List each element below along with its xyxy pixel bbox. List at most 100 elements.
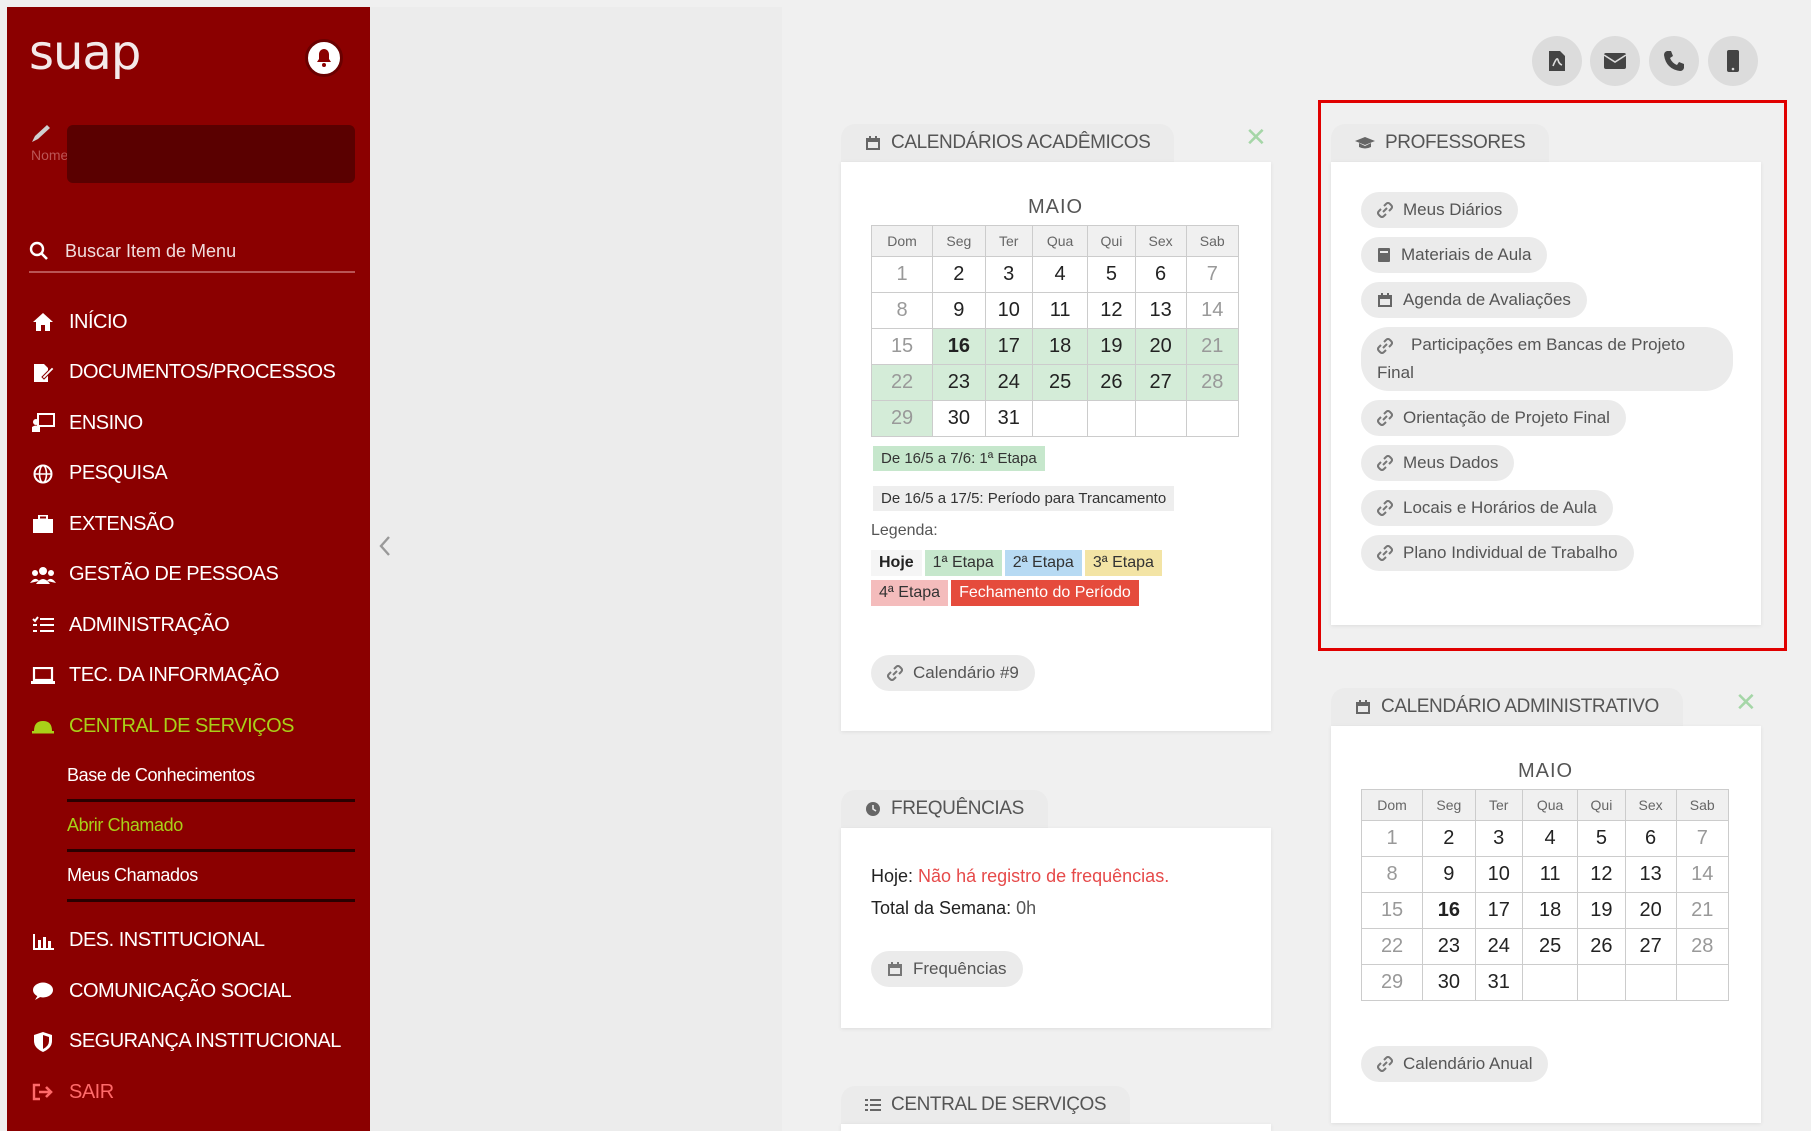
chat-bubble-icon bbox=[33, 982, 53, 1001]
menu-label: COMUNICAÇÃO SOCIAL bbox=[69, 979, 292, 1002]
day-cell: 7 bbox=[1675, 820, 1730, 857]
day-cell: 23 bbox=[1422, 928, 1476, 965]
menu-label: DES. INSTITUCIONAL bbox=[69, 929, 265, 952]
close-cal-admin-button[interactable]: ✕ bbox=[1735, 687, 1757, 718]
menu-label: DOCUMENTOS/PROCESSOS bbox=[69, 361, 336, 384]
academic-calendar-table: Dom Seg Ter Qua Qui Sex Sab 1 2 3 4 5 6 … bbox=[870, 225, 1240, 437]
cal-anual-link-wrap: Calendário Anual bbox=[1361, 1046, 1549, 1091]
day-cell: 12 bbox=[1577, 856, 1626, 893]
link-label: Calendário #9 bbox=[913, 663, 1019, 682]
day-cell: 19 bbox=[1087, 328, 1136, 365]
pdf-button[interactable] bbox=[1532, 36, 1582, 86]
day-cell-empty bbox=[1031, 400, 1089, 437]
day-cell: 29 bbox=[870, 400, 934, 437]
legend-etapa-4: 4ª Etapa bbox=[871, 580, 949, 606]
weekday: Qui bbox=[1577, 789, 1626, 821]
day-cell: 5 bbox=[1087, 256, 1136, 293]
day-cell: 30 bbox=[932, 400, 986, 437]
menu-tec-informacao[interactable]: TEC. DA INFORMAÇÃO bbox=[29, 651, 365, 702]
tab-calendario-administrativo[interactable]: CALENDÁRIO ADMINISTRATIVO bbox=[1331, 688, 1683, 726]
menu-ensino[interactable]: ENSINO bbox=[29, 398, 365, 449]
bell-icon bbox=[317, 49, 331, 67]
day-cell-empty bbox=[1134, 400, 1187, 437]
legend-etapa-3: 3ª Etapa bbox=[1084, 550, 1162, 576]
day-cell-empty bbox=[1521, 964, 1579, 1001]
shield-icon bbox=[34, 1031, 52, 1052]
tab-central-servicos[interactable]: CENTRAL DE SERVIÇOS bbox=[841, 1086, 1131, 1124]
submenu-meus-chamados[interactable]: Meus Chamados bbox=[67, 852, 355, 902]
phone-button[interactable] bbox=[1649, 36, 1699, 86]
collapse-sidebar-button[interactable] bbox=[378, 533, 392, 564]
day-cell: 20 bbox=[1134, 328, 1187, 365]
card-title: CALENDÁRIOS ACADÊMICOS bbox=[891, 132, 1151, 153]
day-cell: 4 bbox=[1031, 256, 1089, 293]
weekday: Ter bbox=[1474, 789, 1523, 821]
menu-pesquisa[interactable]: PESQUISA bbox=[29, 449, 365, 500]
day-cell: 3 bbox=[1474, 820, 1523, 857]
day-cell: 28 bbox=[1185, 364, 1240, 401]
menu-label: GESTÃO DE PESSOAS bbox=[69, 563, 279, 586]
document-edit-icon bbox=[34, 363, 54, 382]
calendario-link-wrap: Calendário #9 bbox=[871, 655, 1035, 700]
suap-logo[interactable]: suap bbox=[29, 25, 141, 81]
day-cell: 6 bbox=[1134, 256, 1187, 293]
mobile-button[interactable] bbox=[1708, 36, 1758, 86]
menu-sair[interactable]: SAIR bbox=[29, 1067, 365, 1118]
phone-icon bbox=[1664, 51, 1684, 71]
weekday: Seg bbox=[932, 225, 986, 257]
menu-inicio[interactable]: INÍCIO bbox=[29, 297, 365, 348]
menu-seguranca-institucional[interactable]: SEGURANÇA INSTITUCIONAL bbox=[29, 1017, 365, 1068]
menu-des-institucional[interactable]: DES. INSTITUCIONAL bbox=[29, 916, 365, 967]
day-cell: 26 bbox=[1577, 928, 1626, 965]
calendar-icon bbox=[1356, 700, 1370, 714]
day-cell: 27 bbox=[1624, 928, 1677, 965]
day-cell: 18 bbox=[1031, 328, 1089, 365]
day-cell: 1 bbox=[870, 256, 934, 293]
home-icon bbox=[33, 313, 53, 332]
menu-central-servicos[interactable]: CENTRAL DE SERVIÇOS bbox=[29, 701, 365, 752]
frequencias-link-wrap: Frequências bbox=[871, 951, 1023, 996]
day-cell: 15 bbox=[870, 328, 934, 365]
globe-icon bbox=[33, 464, 53, 484]
link-icon bbox=[887, 665, 903, 681]
frequencias-link[interactable]: Frequências bbox=[871, 951, 1023, 987]
menu-search-input[interactable] bbox=[63, 239, 347, 263]
link-label: Calendário Anual bbox=[1403, 1054, 1533, 1073]
menu-administracao[interactable]: ADMINISTRAÇÃO bbox=[29, 600, 365, 651]
day-cell: 20 bbox=[1624, 892, 1677, 929]
clock-icon bbox=[866, 802, 880, 816]
menu-label: SEGURANÇA INSTITUCIONAL bbox=[69, 1030, 341, 1053]
submenu-abrir-chamado[interactable]: Abrir Chamado bbox=[67, 802, 355, 852]
menu-extensao[interactable]: EXTENSÃO bbox=[29, 499, 365, 550]
user-info-box[interactable] bbox=[67, 125, 355, 183]
day-cell: 22 bbox=[870, 364, 934, 401]
menu-label: TEC. DA INFORMAÇÃO bbox=[69, 664, 279, 687]
tab-calendarios-academicos[interactable]: CALENDÁRIOS ACADÊMICOS bbox=[841, 124, 1175, 162]
close-calendarios-button[interactable]: ✕ bbox=[1245, 122, 1267, 153]
legend-fechamento: Fechamento do Período bbox=[951, 580, 1139, 606]
legend-etapa-1: 1ª Etapa bbox=[924, 550, 1002, 576]
day-cell-empty bbox=[1675, 964, 1730, 1001]
frequencias-total: Total da Semana: 0h bbox=[871, 898, 1036, 919]
menu-documentos-processos[interactable]: DOCUMENTOS/PROCESSOS bbox=[29, 348, 365, 399]
day-cell: 18 bbox=[1521, 892, 1579, 929]
search-icon bbox=[29, 241, 48, 260]
day-cell: 30 bbox=[1422, 964, 1476, 1001]
submenu-base-conhecimentos[interactable]: Base de Conhecimentos bbox=[67, 752, 355, 802]
tab-frequencias[interactable]: FREQUÊNCIAS bbox=[841, 790, 1048, 828]
period-trancamento: De 16/5 a 17/5: Período para Trancamento bbox=[873, 486, 1175, 511]
weekday: Qua bbox=[1521, 789, 1579, 821]
user-edit-icon bbox=[29, 122, 55, 148]
menu-gestao-pessoas[interactable]: GESTÃO DE PESSOAS bbox=[29, 550, 365, 601]
total-label: Total da Semana: bbox=[871, 898, 1012, 918]
day-cell: 7 bbox=[1185, 256, 1240, 293]
email-button[interactable] bbox=[1590, 36, 1640, 86]
menu-comunicacao-social[interactable]: COMUNICAÇÃO SOCIAL bbox=[29, 966, 365, 1017]
central-servicos-submenu: Base de Conhecimentos Abrir Chamado Meus… bbox=[67, 752, 355, 902]
calendario-9-link[interactable]: Calendário #9 bbox=[871, 655, 1035, 691]
day-cell: 24 bbox=[1474, 928, 1523, 965]
notifications-button[interactable] bbox=[305, 39, 343, 77]
day-cell: 25 bbox=[1031, 364, 1089, 401]
main-menu: INÍCIO DOCUMENTOS/PROCESSOS ENSINO PESQU… bbox=[29, 297, 365, 1118]
calendario-anual-link[interactable]: Calendário Anual bbox=[1361, 1046, 1549, 1082]
